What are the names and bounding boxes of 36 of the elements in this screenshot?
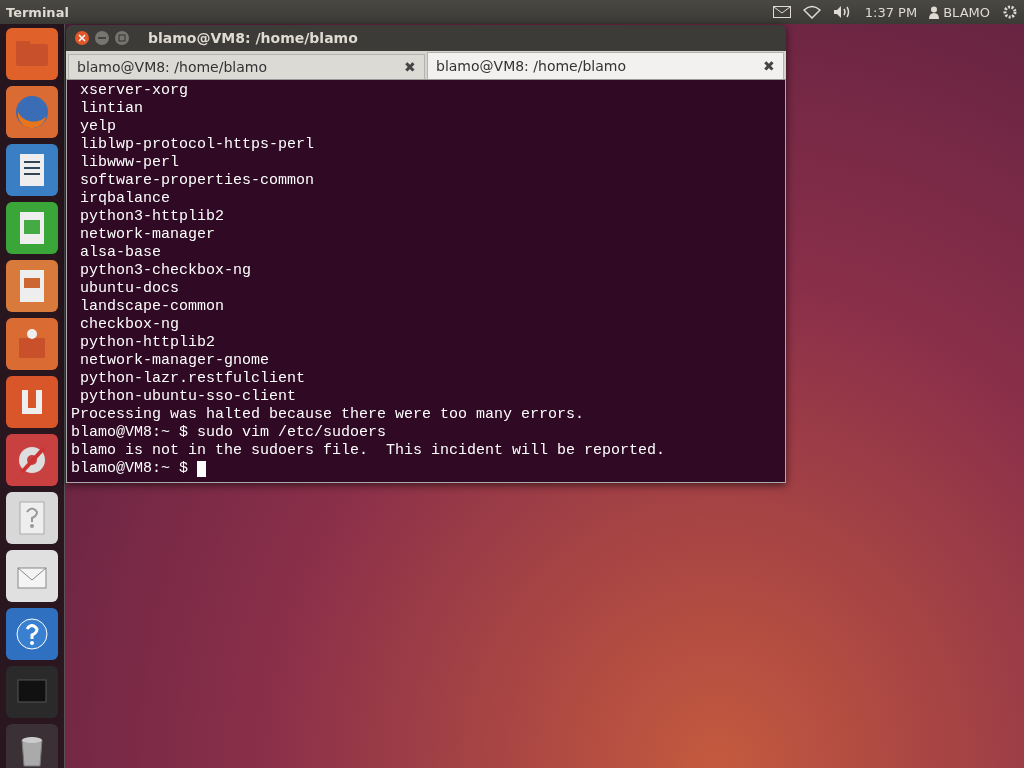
wifi-icon[interactable] [802,5,821,19]
terminal-line: libwww-perl [79,154,181,172]
terminal-line: liblwp-protocol-https-perl [79,136,316,154]
terminal-line: checkbox-ng [79,316,181,334]
terminal-line: python-httplib2 [79,334,217,352]
terminal-line: blamo is not in the sudoers file. This incident will be reported. [71,442,667,460]
terminal-line: yelp [79,118,117,136]
terminal-line: python3-checkbox-ng [79,262,253,280]
terminal-prompt: blamo@VM8:~ $ [71,460,190,478]
app-title: Terminal [6,4,70,20]
maximize-icon[interactable] [114,30,130,46]
terminal-line: Processing was halted because there were too many errors. [71,406,586,424]
clock[interactable]: 1:37 PM [864,4,918,20]
mail-icon[interactable] [772,6,791,18]
terminal-line: irqbalance [79,190,172,208]
terminal-line: blamo@VM8:~ $ sudo vim /etc/sudoers [71,424,388,442]
terminal-line: python-ubuntu-sso-client [79,388,298,406]
user-name[interactable]: BLAMO [943,4,990,20]
terminal-line: alsa-base [79,244,162,262]
terminal-line: software-properties-common [79,172,316,190]
terminal-tab[interactable]: blamo@VM8: /home/blamo ✖ [427,52,784,79]
terminal-line: network-manager [79,226,217,244]
terminal-line: lintian [79,100,144,118]
close-icon[interactable] [74,30,90,46]
tab-close-button[interactable]: ✖ [763,58,775,74]
terminal-line: python3-httplib2 [79,208,226,226]
person-icon [929,5,940,19]
terminal-line: xserver-xorg [79,82,190,100]
terminal-line: python-lazr.restfulclient [79,370,307,388]
tab-close-button[interactable]: ✖ [404,59,416,75]
text-cursor [197,461,207,477]
terminal-line: network-manager-gnome [79,352,271,370]
window-title: blamo@VM8: /home/blamo [148,30,358,46]
terminal-line: landscape-common [79,298,226,316]
terminal-tab[interactable]: blamo@VM8: /home/blamo ✖ [68,54,425,79]
terminal-line: ubuntu-docs [79,280,181,298]
